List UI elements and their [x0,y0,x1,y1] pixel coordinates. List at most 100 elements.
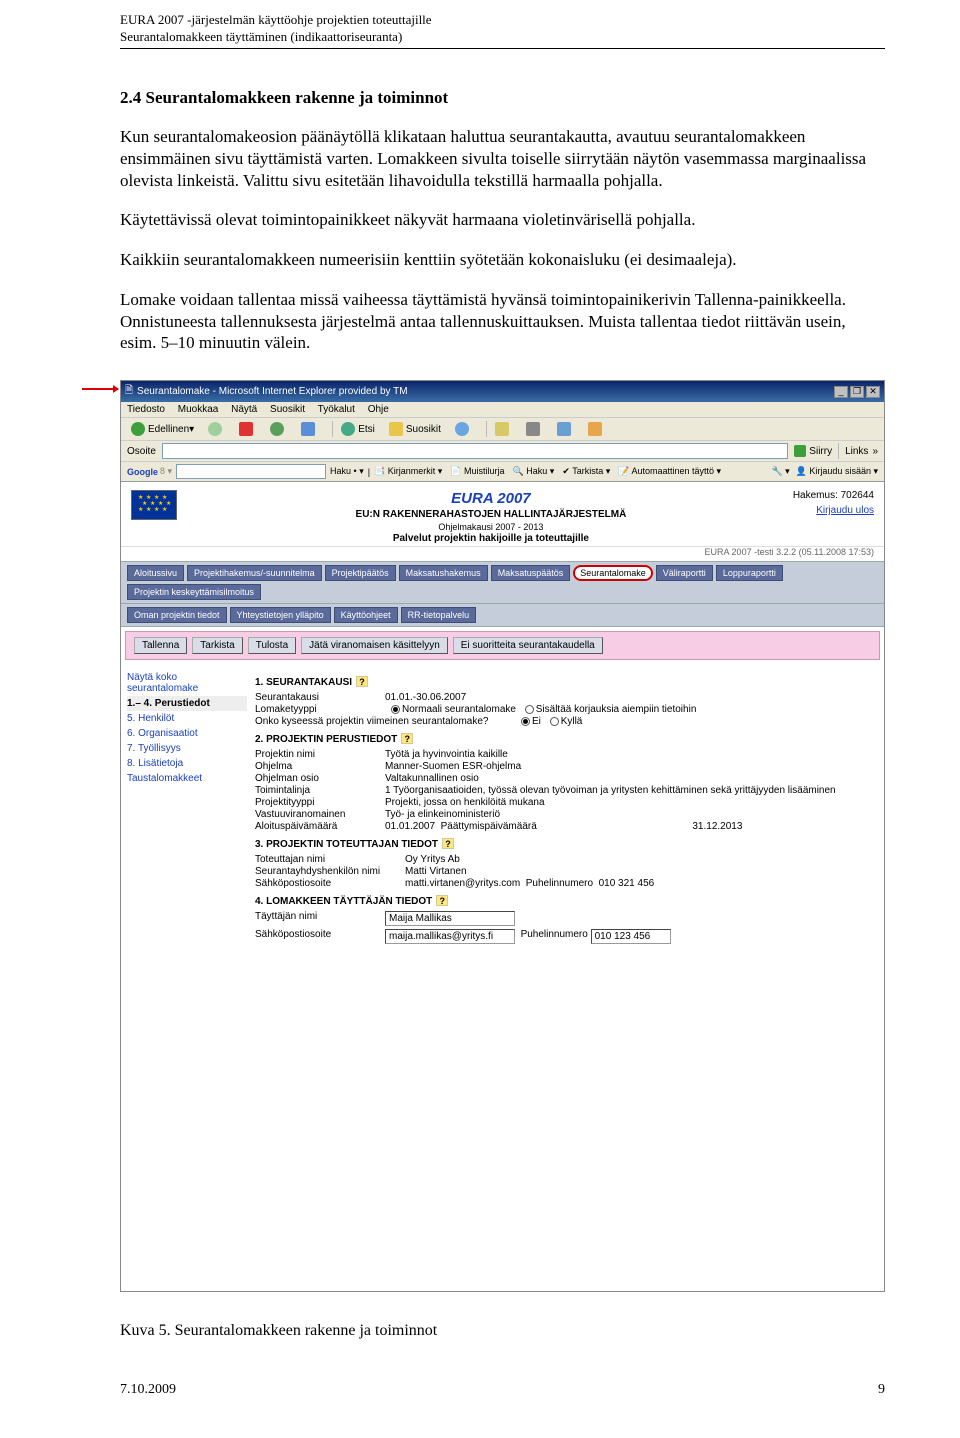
radio-ei[interactable] [521,717,530,726]
menu-view[interactable]: Näytä [231,404,257,415]
minimize-button[interactable]: _ [834,386,848,398]
nav-valiraportti[interactable]: Väliraportti [656,565,713,581]
screenshot-frame: 🗎 Seurantalomake - Microsoft Internet Ex… [120,380,885,1292]
radio-normaali[interactable] [391,705,400,714]
address-input[interactable] [162,443,788,459]
mail-button[interactable] [491,421,516,437]
maximize-button[interactable]: ❐ [850,386,864,398]
filler-name-input[interactable]: Maija Mallikas [385,911,515,926]
search-button[interactable]: Etsi [337,421,379,437]
radio-korjauksia[interactable] [525,705,534,714]
puh-label: Puhelinnumero [526,878,593,889]
osio-value: Valtakunnallinen osio [385,773,878,784]
save-button[interactable]: Tallenna [134,637,187,654]
side-show-all[interactable]: Näytä koko seurantalomake [127,670,247,696]
nav-paatos[interactable]: Projektipäätös [325,565,396,581]
google-toolbar: Google 8 ▾ Haku • ▾ | 📑 Kirjanmerkit ▾ 📄… [121,462,884,482]
nav-aloitus[interactable]: Aloitussivu [127,565,184,581]
nav-loppuraportti[interactable]: Loppuraportti [716,565,783,581]
tyyppi-label: Lomaketyyppi [255,704,385,715]
google-signin[interactable]: 👤 Kirjaudu sisään ▾ [796,466,878,477]
logout-link[interactable]: Kirjaudu ulos [816,505,874,516]
stop-icon [239,422,253,436]
help-icon[interactable]: ? [356,676,368,687]
side-1-4[interactable]: 1.– 4. Perustiedot [127,696,247,711]
nav-maksu[interactable]: Maksatushakemus [399,565,488,581]
filler-email-input[interactable]: maija.mallikas@yritys.fi [385,929,515,944]
side-6[interactable]: 6. Organisaatiot [127,726,247,741]
nav-oman[interactable]: Oman projektin tiedot [127,607,227,623]
google-search-button[interactable]: Haku • ▾ [330,466,364,477]
loppu-value: 31.12.2013 [692,821,742,832]
side-8[interactable]: 8. Lisätietoja [127,756,247,771]
nav-keskeytys[interactable]: Projektin keskeyttämisilmoitus [127,584,261,600]
google-notes[interactable]: 📄 Muistilurja [450,466,504,477]
print-button[interactable] [522,421,547,437]
side-tausta[interactable]: Taustalomakkeet [127,771,247,786]
google-autofill[interactable]: 📝 Automaattinen täyttö ▾ [618,466,721,477]
form-area: Näytä koko seurantalomake 1.– 4. Perusti… [121,664,884,951]
nav-yhteys[interactable]: Yhteystietojen ylläpito [230,607,331,623]
star-icon [389,422,403,436]
help-icon[interactable]: ? [436,895,448,906]
ie-toolbar: Edellinen ▾ Etsi Suosikit [121,418,884,441]
eura-version: EURA 2007 -testi 3.2.2 (05.11.2008 17:53… [121,547,884,561]
side-5[interactable]: 5. Henkilöt [127,711,247,726]
ie-titlebar: 🗎 Seurantalomake - Microsoft Internet Ex… [121,381,884,402]
menu-file[interactable]: Tiedosto [127,404,165,415]
google-check[interactable]: ✔ Tarkista ▾ [562,466,610,477]
nav-rr[interactable]: RR-tietopalvelu [401,607,477,623]
forward-button[interactable] [204,421,229,437]
eura-app-name: EURA 2007 [189,490,793,507]
section-2-heading: 2. PROJEKTIN PERUSTIEDOT? [255,733,878,745]
home-button[interactable] [297,421,322,437]
close-button[interactable]: ✕ [866,386,880,398]
go-button[interactable]: Siirry [794,445,832,457]
print-button[interactable]: Tulosta [248,637,296,654]
page-header: EURA 2007 -järjestelmän käyttöohje proje… [120,12,885,49]
google-search-link[interactable]: 🔍 Haku ▾ [513,466,555,477]
nav-seuranta[interactable]: Seurantalomake [573,565,653,581]
filler-phone-input[interactable]: 010 123 456 [591,929,671,944]
refresh-button[interactable] [266,421,291,437]
history-button[interactable] [451,421,476,437]
no-activities-button[interactable]: Ei suoritteita seurantakaudella [453,637,603,654]
menu-edit[interactable]: Muokkaa [178,404,219,415]
callout-arrow [82,388,118,390]
edit-button[interactable] [553,421,578,437]
nav-hakemus[interactable]: Projektihakemus/-suunnitelma [187,565,322,581]
nav-kayttoohjeet[interactable]: Käyttöohjeet [334,607,398,623]
stop-button[interactable] [235,421,260,437]
radio-kylla[interactable] [550,717,559,726]
google-bookmarks[interactable]: 📑 Kirjanmerkit ▾ [374,466,442,477]
menu-favorites[interactable]: Suosikit [270,404,305,415]
viimeinen-label: Onko kyseessä projektin viimeinen seuran… [255,716,515,727]
check-button[interactable]: Tarkista [192,637,242,654]
google-search-input[interactable] [176,464,326,479]
side-nav: Näytä koko seurantalomake 1.– 4. Perusti… [127,670,247,945]
nav-maksupaatos[interactable]: Maksatuspäätös [491,565,571,581]
favorites-button[interactable]: Suosikit [385,421,445,437]
links-label[interactable]: Links [845,446,868,457]
sp-label: Sähköpostiosoite [255,878,405,889]
back-button[interactable]: Edellinen ▾ [127,421,198,437]
menu-help[interactable]: Ohje [368,404,389,415]
submit-button[interactable]: Jätä viranomaisen käsittelyyn [301,637,448,654]
menu-tools[interactable]: Työkalut [318,404,355,415]
yhd-label: Seurantayhdyshenkilön nimi [255,866,405,877]
application-number: Hakemus: 702644 [793,490,874,501]
address-label: Osoite [127,446,156,457]
header-line-2: Seurantalomakkeen täyttäminen (indikaatt… [120,29,885,46]
tl-value: 1 Työorganisaatioiden, työssä olevan työ… [385,785,878,796]
section-title: 2.4 Seurantalomakkeen rakenne ja toiminn… [120,88,885,108]
messenger-button[interactable] [584,421,609,437]
help-icon[interactable]: ? [401,733,413,744]
section-3-heading: 3. PROJEKTIN TOTEUTTAJAN TIEDOT? [255,838,878,850]
side-7[interactable]: 7. Työllisyys [127,741,247,756]
kausi-value: 01.01.-30.06.2007 [385,692,878,703]
google-settings-icon[interactable]: 🔧 ▾ [771,466,789,477]
refresh-icon [270,422,284,436]
help-icon[interactable]: ? [442,838,454,849]
forward-icon [208,422,222,436]
tn-label: Täyttäjän nimi [255,911,385,926]
